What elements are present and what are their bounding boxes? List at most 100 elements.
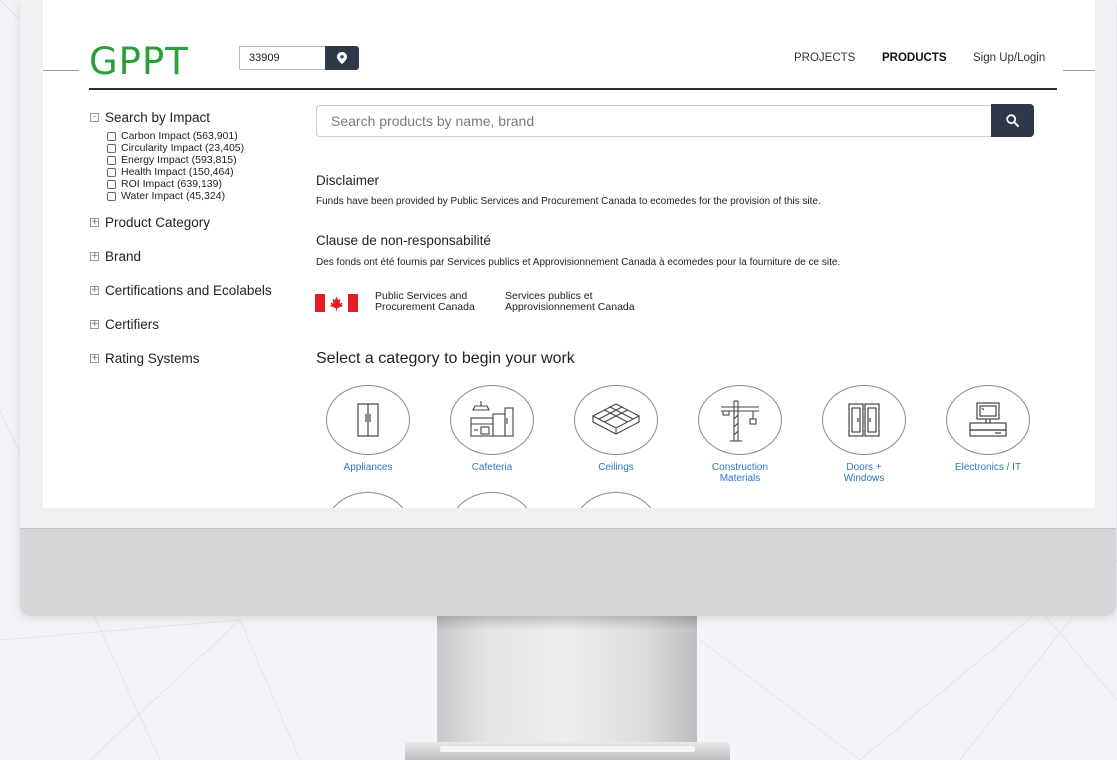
category-circle-next-row[interactable] xyxy=(574,492,658,508)
doors-icon xyxy=(848,403,880,437)
stand-shadow xyxy=(437,616,697,630)
facet-certifications[interactable]: + Certifications and Ecolabels xyxy=(90,283,300,298)
impact-option-label: Carbon Impact (563,901) xyxy=(121,130,238,142)
category-label-line: Materials xyxy=(719,473,761,484)
expand-icon[interactable]: + xyxy=(90,320,99,329)
category-circle xyxy=(450,385,534,455)
expand-icon[interactable]: + xyxy=(90,354,99,363)
nav-projects[interactable]: PROJECTS xyxy=(794,52,855,64)
impact-option-label: Circularity Impact (23,405) xyxy=(121,142,245,154)
facet-brand[interactable]: + Brand xyxy=(90,249,300,264)
monitor-chin xyxy=(20,528,1116,616)
facet-product-category[interactable]: + Product Category xyxy=(90,215,300,230)
header-rule xyxy=(89,88,1057,90)
location-button[interactable] xyxy=(325,46,359,70)
checkbox[interactable] xyxy=(107,131,116,141)
monitor-base-lip xyxy=(440,746,695,752)
zip-code-input[interactable] xyxy=(239,46,327,70)
facet-search-by-impact[interactable]: - Search by Impact xyxy=(90,110,300,125)
cafeteria-icon xyxy=(470,401,514,437)
category-label-line: Electronics / IT xyxy=(954,462,1022,473)
crane-icon xyxy=(721,400,759,442)
nav-sign-up-login[interactable]: Sign Up/Login xyxy=(973,52,1045,64)
search-button[interactable] xyxy=(991,104,1034,137)
disclaimer-title-fr: Clause de non-responsabilité xyxy=(316,233,491,248)
impact-option-label: ROI Impact (639,139) xyxy=(121,178,222,190)
expand-icon[interactable]: + xyxy=(90,252,99,261)
facet-certifiers[interactable]: + Certifiers xyxy=(90,317,300,332)
canada-flag-icon xyxy=(315,294,358,312)
category-label: Doors + Windows xyxy=(819,462,909,484)
category-label-line: Cafeteria xyxy=(471,462,513,473)
impact-option-label: Health Impact (150,464) xyxy=(121,166,234,178)
checkbox[interactable] xyxy=(107,179,116,189)
impact-option-label: Water Impact (45,324) xyxy=(121,190,226,202)
site-logo[interactable]: GPPT xyxy=(89,40,189,83)
category-cafeteria[interactable]: Cafeteria xyxy=(447,385,537,473)
category-construction-materials[interactable]: Construction Materials xyxy=(695,385,785,484)
category-label: Cafeteria xyxy=(447,462,537,473)
facet-title: Rating Systems xyxy=(105,351,200,366)
impact-option[interactable]: Water Impact (45,324) xyxy=(107,190,300,202)
nav-products[interactable]: PRODUCTS xyxy=(882,52,947,64)
search-icon xyxy=(1006,114,1019,127)
agency-name-line: Procurement Canada xyxy=(375,301,475,313)
expand-icon[interactable]: + xyxy=(90,218,99,227)
screen: GPPT PROJECTS PRODUCTS Sign Up/Login - S… xyxy=(43,0,1095,508)
header-divider-right xyxy=(1063,70,1095,71)
category-circle xyxy=(574,385,658,455)
collapse-icon[interactable]: - xyxy=(90,113,99,122)
checkbox[interactable] xyxy=(107,143,116,153)
disclaimer-title: Disclaimer xyxy=(316,173,380,188)
facet-title: Certifications and Ecolabels xyxy=(105,283,272,298)
category-circle xyxy=(326,385,410,455)
monitor-stand xyxy=(437,616,697,746)
filter-sidebar: - Search by Impact Carbon Impact (563,90… xyxy=(90,110,300,366)
impact-option[interactable]: ROI Impact (639,139) xyxy=(107,178,300,190)
agency-name-fr: Services publics et Approvisionnement Ca… xyxy=(505,291,635,313)
category-section-title: Select a category to begin your work xyxy=(316,350,575,367)
impact-option-label: Energy Impact (593,815) xyxy=(121,154,237,166)
expand-icon[interactable]: + xyxy=(90,286,99,295)
impact-option[interactable]: Circularity Impact (23,405) xyxy=(107,142,300,154)
checkbox[interactable] xyxy=(107,155,116,165)
category-circle xyxy=(822,385,906,455)
disclaimer-text: Funds have been provided by Public Servi… xyxy=(316,196,821,207)
category-label-line: Doors + xyxy=(846,462,882,473)
category-circle xyxy=(946,385,1030,455)
category-appliances[interactable]: Appliances xyxy=(323,385,413,473)
category-grid: Appliances Cafeteria Ceilings Constructi… xyxy=(323,385,1030,508)
category-circle-next-row[interactable] xyxy=(450,492,534,508)
site-header: GPPT PROJECTS PRODUCTS Sign Up/Login xyxy=(43,0,1095,90)
category-circle xyxy=(698,385,782,455)
facet-rating-systems[interactable]: + Rating Systems xyxy=(90,351,300,366)
computer-icon xyxy=(969,402,1007,437)
impact-option[interactable]: Health Impact (150,464) xyxy=(107,166,300,178)
appliance-icon xyxy=(357,403,379,437)
category-label: Appliances xyxy=(323,462,413,473)
facet-title: Product Category xyxy=(105,215,211,230)
category-label: Ceilings xyxy=(571,462,661,473)
category-label: Electronics / IT xyxy=(943,462,1033,473)
category-electronics-it[interactable]: Electronics / IT xyxy=(943,385,1033,473)
header-divider-left xyxy=(43,70,79,71)
category-doors-windows[interactable]: Doors + Windows xyxy=(819,385,909,484)
category-label-line: Windows xyxy=(843,473,885,484)
checkbox[interactable] xyxy=(107,191,116,201)
agency-name-en: Public Services and Procurement Canada xyxy=(375,291,475,313)
checkbox[interactable] xyxy=(107,167,116,177)
ceilings-icon xyxy=(591,403,641,435)
facet-title: Brand xyxy=(105,249,142,264)
agency-name-line: Approvisionnement Canada xyxy=(505,301,635,313)
impact-option[interactable]: Energy Impact (593,815) xyxy=(107,154,300,166)
category-label-line: Construction xyxy=(711,462,769,473)
category-circle-next-row[interactable] xyxy=(326,492,410,508)
impact-option[interactable]: Carbon Impact (563,901) xyxy=(107,130,300,142)
facet-title: Certifiers xyxy=(105,317,160,332)
category-label-line: Ceilings xyxy=(598,462,634,473)
product-search-input[interactable] xyxy=(316,105,992,137)
facet-title: Search by Impact xyxy=(105,110,211,125)
category-label-line: Appliances xyxy=(343,462,393,473)
category-label: Construction Materials xyxy=(695,462,785,484)
category-ceilings[interactable]: Ceilings xyxy=(571,385,661,473)
